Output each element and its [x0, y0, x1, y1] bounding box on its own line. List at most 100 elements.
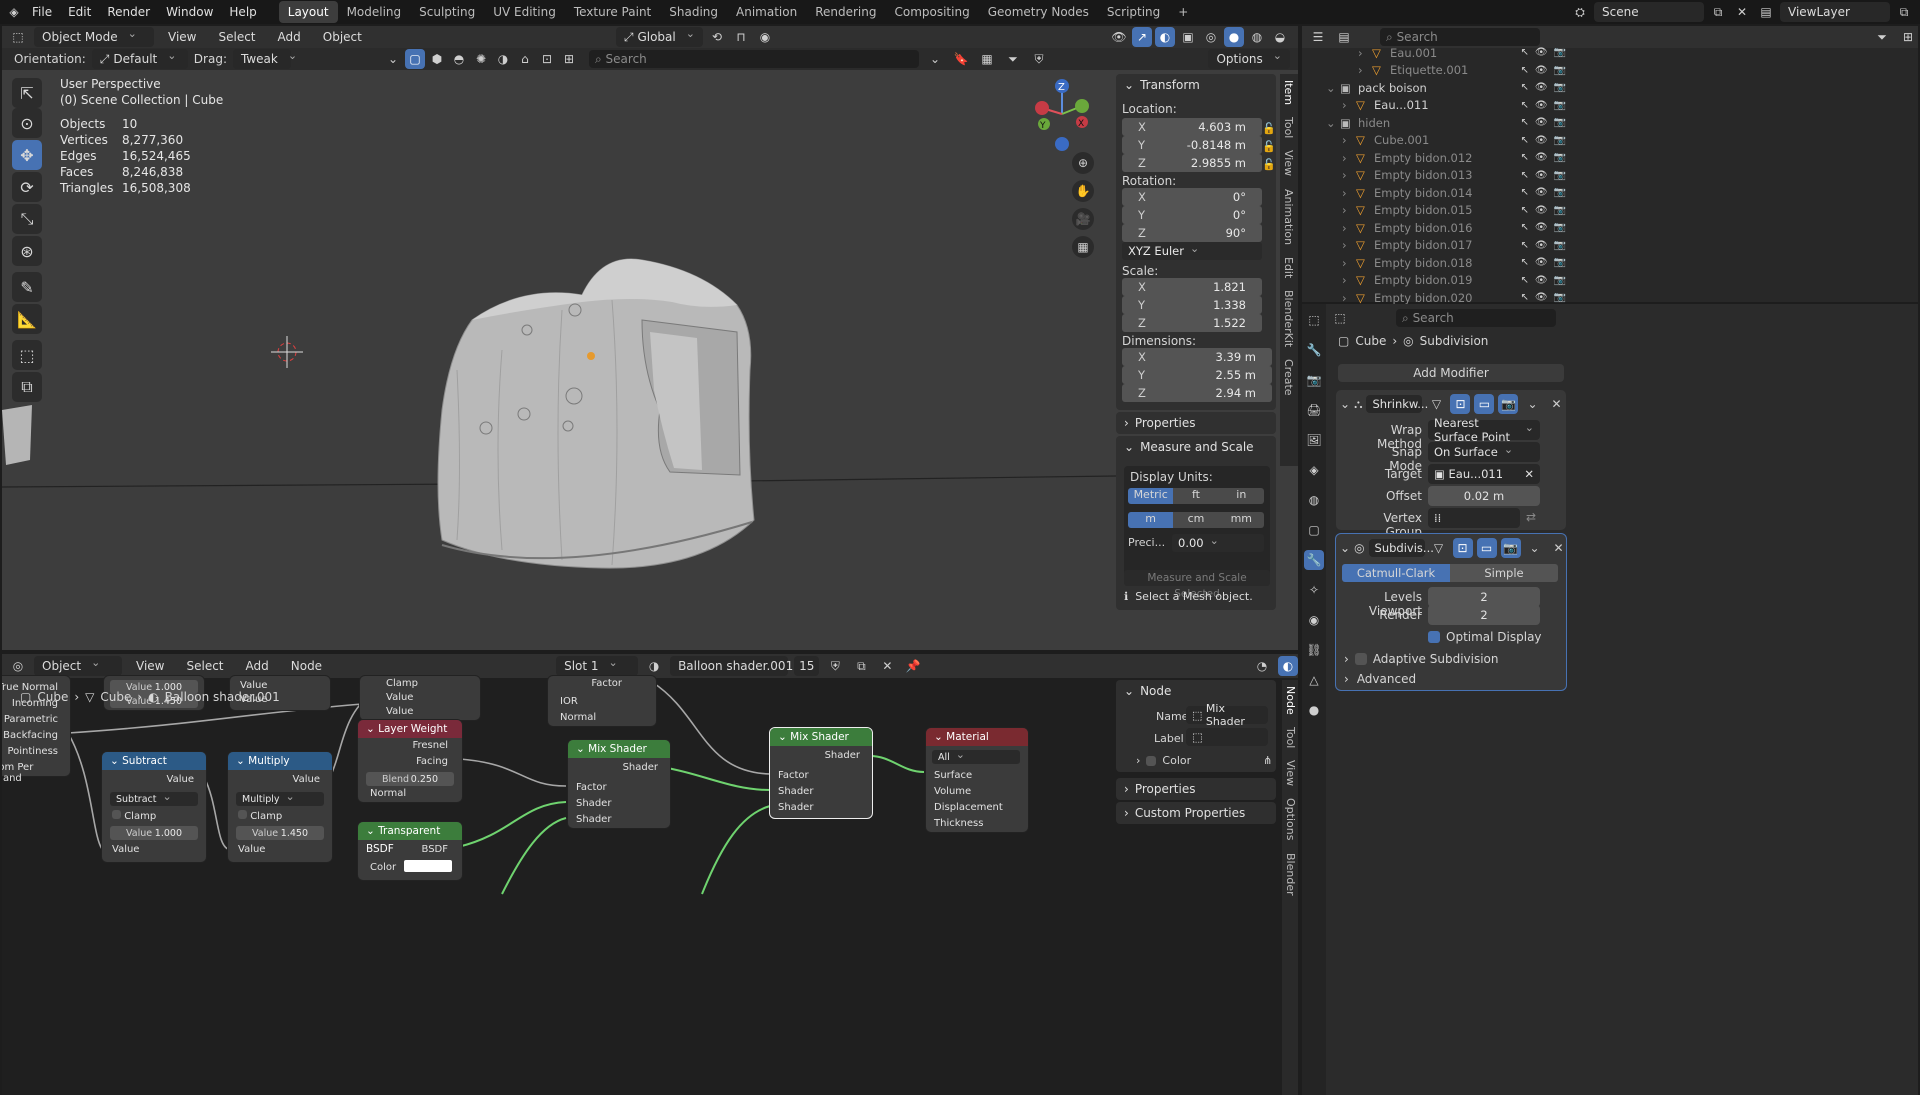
new-viewlayer-icon[interactable]: ⧉: [1894, 2, 1914, 22]
add-modifier-button[interactable]: Add Modifier: [1338, 364, 1564, 382]
visibility-icon[interactable]: 👁: [1535, 117, 1548, 128]
visibility-icon[interactable]: 👁: [1535, 135, 1548, 146]
modifier-menu-icon[interactable]: ⌄: [1522, 394, 1542, 414]
selectable-icon[interactable]: ↖: [1520, 257, 1528, 268]
tab-rendering[interactable]: Rendering: [806, 1, 885, 23]
outliner-row[interactable]: › ▽ Empty bidon.016 ↖ 👁 📷: [1310, 219, 1566, 236]
physics-tab-icon[interactable]: ◉: [1304, 610, 1324, 630]
tab-texture-paint[interactable]: Texture Paint: [565, 1, 660, 23]
tab-sculpting[interactable]: Sculpting: [410, 1, 484, 23]
visibility-icon[interactable]: 👁: [1535, 257, 1548, 268]
bookmark-icon[interactable]: 🔖: [951, 49, 971, 69]
menu-window[interactable]: Window: [158, 0, 221, 24]
outliner-row[interactable]: › ▽ Empty bidon.013 ↖ 👁 📷: [1310, 167, 1566, 184]
visibility-icon[interactable]: 👁: [1535, 222, 1548, 233]
expand-chevron-icon[interactable]: ⌄: [1340, 397, 1350, 411]
tab-node[interactable]: Node: [1282, 680, 1298, 721]
transparent-bsdf-node[interactable]: ⌄ Transparent BSDF BSDF Color: [358, 822, 462, 880]
delete-scene-icon[interactable]: ✕: [1732, 2, 1752, 22]
layer-weight-node[interactable]: ⌄ Layer Weight Fresnel Facing Blend 0.250…: [358, 720, 462, 802]
scale-tool-icon[interactable]: ⤡: [12, 204, 42, 234]
rotation-x-field[interactable]: X 0°: [1122, 188, 1262, 206]
selectable-icon[interactable]: ↖: [1520, 170, 1528, 181]
adaptive-subdivision-row[interactable]: › Adaptive Subdivision: [1344, 652, 1499, 666]
viewlayer-icon[interactable]: ▤: [1756, 2, 1776, 22]
drag-dropdown[interactable]: Tweak: [232, 49, 291, 69]
tab-geometry-nodes[interactable]: Geometry Nodes: [979, 1, 1098, 23]
data-tab-icon[interactable]: △: [1304, 670, 1324, 690]
menu-view[interactable]: View: [160, 27, 204, 47]
output-tab-icon[interactable]: 🖨: [1304, 400, 1324, 420]
add-cube-tool-icon[interactable]: ⬚: [12, 340, 42, 370]
render-icon[interactable]: 📷: [1554, 187, 1566, 198]
tab-uv-editing[interactable]: UV Editing: [484, 1, 565, 23]
rotation-mode-dropdown[interactable]: XYZ Euler: [1122, 242, 1262, 260]
tab-tool[interactable]: Tool: [1280, 111, 1297, 144]
outliner-row[interactable]: › ▽ Empty bidon.015 ↖ 👁 📷: [1310, 202, 1566, 219]
render-icon[interactable]: 📷: [1554, 292, 1566, 303]
subtract-value-field[interactable]: Value 1.000: [110, 826, 198, 840]
outliner-row[interactable]: › ▽ Eau...011 ↖ 👁 📷: [1310, 97, 1566, 114]
viewlayer-selector[interactable]: ViewLayer: [1780, 2, 1890, 22]
editor-type-icon[interactable]: ⬚: [8, 27, 28, 47]
move-tool-icon[interactable]: ✥: [12, 140, 42, 170]
selectable-icon[interactable]: ↖: [1520, 117, 1528, 128]
scene-tab-icon[interactable]: ◈: [1304, 460, 1324, 480]
visibility-icon[interactable]: 👁: [1535, 47, 1548, 58]
add-workspace-button[interactable]: +: [1169, 1, 1197, 23]
constraints-tab-icon[interactable]: ⛓: [1304, 640, 1324, 660]
location-x-field[interactable]: X 4.603 m: [1122, 118, 1262, 136]
mode-selector[interactable]: Object Mode: [34, 27, 154, 47]
tab-create[interactable]: Create: [1280, 353, 1297, 402]
expand-chevron-icon[interactable]: ›: [1342, 203, 1356, 217]
levels-viewport-field[interactable]: 2: [1428, 587, 1540, 607]
unit-m-button[interactable]: m: [1128, 512, 1174, 528]
pan-hand-icon[interactable]: ✋: [1072, 180, 1094, 202]
menu-help[interactable]: Help: [221, 0, 264, 24]
proportional-edit-icon[interactable]: ◉: [755, 27, 775, 47]
gizmo-toggle-icon[interactable]: ↗: [1132, 27, 1152, 47]
tab-item[interactable]: Item: [1280, 74, 1297, 111]
visibility-icon[interactable]: 👁: [1535, 82, 1548, 93]
multiply-value-field[interactable]: Value 1.450: [236, 826, 324, 840]
zoom-icon[interactable]: ⊕: [1072, 152, 1094, 174]
properties-editor-type-icon[interactable]: ⬚: [1330, 308, 1350, 328]
expand-chevron-icon[interactable]: ⌄: [1326, 81, 1340, 95]
select-tool-icon[interactable]: ⇱: [12, 78, 42, 108]
properties-editor-icon[interactable]: ⬚: [1304, 310, 1324, 330]
selectable-icon[interactable]: ↖: [1520, 205, 1528, 216]
layout-icon[interactable]: ▦: [977, 49, 997, 69]
particles-tab-icon[interactable]: ✧: [1304, 580, 1324, 600]
cage-toggle-icon[interactable]: ⊡: [1450, 394, 1471, 414]
annotate-tool-icon[interactable]: ✎: [12, 272, 42, 302]
pivot-icon[interactable]: ⟲: [707, 27, 727, 47]
location-y-field[interactable]: Y -0.8148 m: [1122, 136, 1262, 154]
tab-shading[interactable]: Shading: [660, 1, 727, 23]
camera-view-icon[interactable]: 🎥: [1072, 208, 1094, 230]
snap-icon[interactable]: ⊓: [731, 27, 751, 47]
render-icon[interactable]: 📷: [1554, 275, 1566, 286]
vertex-group-field[interactable]: ⁞⁞: [1428, 508, 1520, 528]
visibility-icon[interactable]: 👁: [1535, 170, 1548, 181]
xray-icon[interactable]: ▣: [1178, 27, 1198, 47]
outliner-row[interactable]: › ▽ Empty bidon.014 ↖ 👁 📷: [1310, 184, 1566, 201]
multiply-clamp[interactable]: Clamp: [238, 810, 282, 822]
options-dropdown[interactable]: Options: [1208, 49, 1290, 69]
color-swatch[interactable]: [404, 860, 452, 872]
catmull-clark-button[interactable]: Catmull-Clark: [1342, 564, 1450, 582]
subtract-clamp[interactable]: Clamp: [112, 810, 156, 822]
tab-node-tool[interactable]: Tool: [1282, 721, 1298, 754]
remove-modifier-icon[interactable]: ✕: [1546, 394, 1566, 414]
expand-chevron-icon[interactable]: ›: [1342, 273, 1356, 287]
expand-chevron-icon[interactable]: ⌄: [1340, 541, 1350, 555]
outliner-row[interactable]: ⌄ ▣ pack boison ↖ 👁 📷: [1310, 79, 1566, 96]
selectable-icon[interactable]: ↖: [1520, 47, 1528, 58]
visibility-icon[interactable]: 👁: [1535, 205, 1548, 216]
multiply-node[interactable]: ⌄ Multiply Value Multiply Clamp Value1.4…: [228, 752, 332, 862]
render-icon[interactable]: 📷: [1554, 65, 1566, 76]
render-icon[interactable]: 📷: [1554, 222, 1566, 233]
rotation-y-field[interactable]: Y 0°: [1122, 206, 1262, 224]
unit-mm-button[interactable]: mm: [1218, 512, 1264, 528]
selectable-icon[interactable]: ↖: [1520, 222, 1528, 233]
menu-object[interactable]: Object: [315, 27, 370, 47]
